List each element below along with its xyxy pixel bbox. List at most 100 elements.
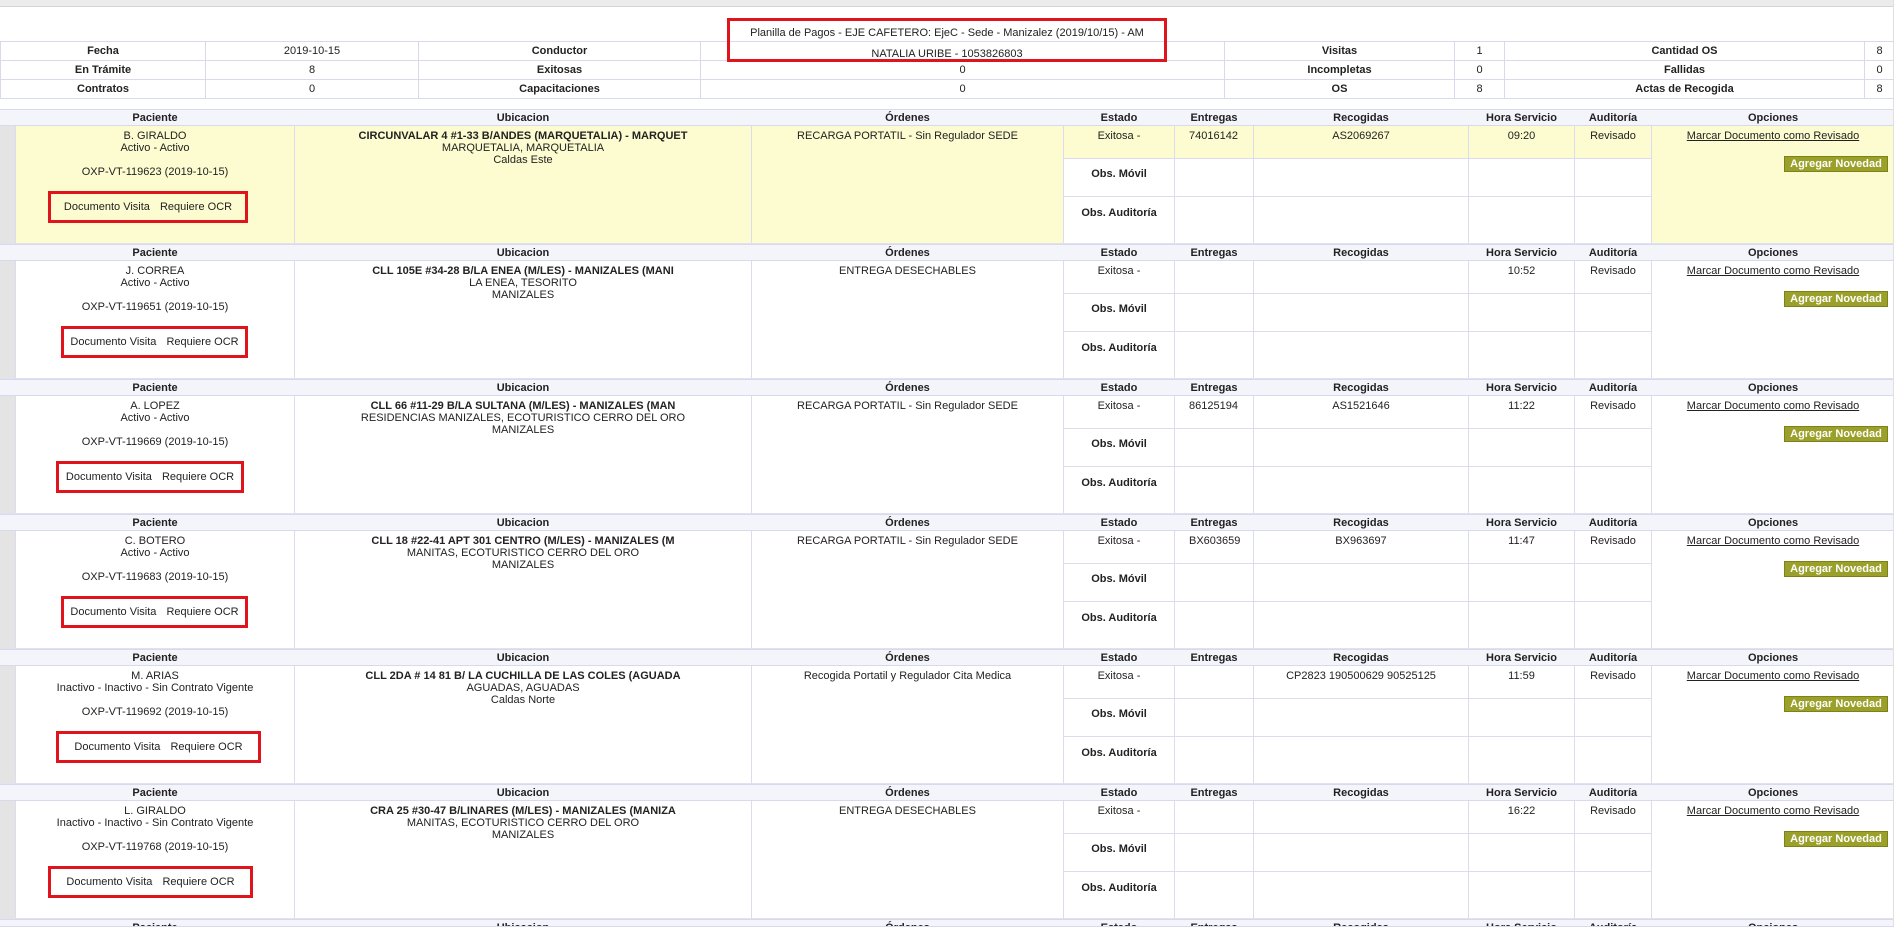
summary-value: 8 [1455, 80, 1505, 99]
status-value: Exitosa - [1064, 400, 1174, 412]
service-time: 11:47 [1469, 535, 1574, 547]
column-header-opciones: Opciones [1652, 517, 1894, 529]
patient-info: A. LOPEZActivo - ActivoOXP-VT-119669 (20… [16, 400, 294, 448]
neighborhood: LA ENEA, TESORITO [295, 277, 751, 289]
documento-visita-link[interactable]: Documento Visita [70, 606, 156, 618]
city: MANIZALES [295, 289, 751, 301]
patient-info: C. BOTEROActivo - ActivoOXP-VT-119683 (2… [16, 535, 294, 583]
audit-status: Revisado [1575, 670, 1651, 682]
agregar-novedad-button[interactable]: Agregar Novedad [1784, 831, 1888, 847]
column-header-entregas: Entregas [1175, 112, 1253, 124]
documento-visita-link[interactable]: Documento Visita [70, 336, 156, 348]
column-header-opciones: Opciones [1652, 652, 1894, 664]
column-divider [1063, 396, 1064, 513]
column-header-auditoria: Auditoría [1575, 787, 1651, 799]
column-divider [1174, 126, 1175, 243]
column-divider [1651, 666, 1652, 783]
row-divider [1063, 331, 1652, 332]
agregar-novedad-button[interactable]: Agregar Novedad [1784, 426, 1888, 442]
documento-visita-link[interactable]: Documento Visita [66, 471, 152, 483]
documento-visita-link[interactable]: Documento Visita [64, 201, 150, 213]
column-header-hora: Hora Servicio [1469, 787, 1574, 799]
column-header-ordenes: Órdenes [752, 247, 1063, 259]
location-info: CLL 2DA # 14 81 B/ LA CUCHILLA DE LAS CO… [295, 670, 751, 706]
record-4: PacienteUbicacionÓrdenesEstadoEntregasRe… [0, 514, 1894, 649]
order-type: ENTREGA DESECHABLES [752, 805, 1063, 817]
patient-info: L. GIRALDOInactivo - Inactivo - Sin Cont… [16, 805, 294, 853]
column-header-paciente: Paciente [16, 382, 294, 394]
obs-movil-label: Obs. Móvil [1064, 168, 1174, 180]
address: CIRCUNVALAR 4 #1-33 B/ANDES (MARQUETALIA… [295, 130, 751, 142]
service-time: 11:22 [1469, 400, 1574, 412]
audit-status: Revisado [1575, 535, 1651, 547]
column-header-paciente: Paciente [16, 247, 294, 259]
patient-name: B. GIRALDO [16, 130, 294, 142]
column-divider [1174, 531, 1175, 648]
summary-label: OS [1225, 80, 1455, 99]
column-divider [1174, 396, 1175, 513]
marcar-revisado-link[interactable]: Marcar Documento como Revisado [1652, 265, 1894, 277]
column-header-ordenes: Órdenes [752, 787, 1063, 799]
requiere-ocr-link[interactable]: Requiere OCR [166, 336, 238, 348]
marcar-revisado-link[interactable]: Marcar Documento como Revisado [1652, 670, 1894, 682]
column-header-hora: Hora Servicio [1469, 652, 1574, 664]
documento-visita-link[interactable]: Documento Visita [74, 741, 160, 753]
status-value: Exitosa - [1064, 670, 1174, 682]
neighborhood: MANITAS, ECOTURISTICO CERRO DEL ORO [295, 817, 751, 829]
column-header-ubicacion: Ubicacion [295, 652, 751, 664]
address: CLL 105E #34-28 B/LA ENEA (M/LES) - MANI… [295, 265, 751, 277]
requiere-ocr-link[interactable]: Requiere OCR [162, 876, 234, 888]
record-body: C. BOTEROActivo - ActivoOXP-VT-119683 (2… [0, 531, 1894, 649]
row-gutter [0, 531, 15, 648]
service-time: 09:20 [1469, 130, 1574, 142]
marcar-revisado-link[interactable]: Marcar Documento como Revisado [1652, 805, 1894, 817]
agregar-novedad-button[interactable]: Agregar Novedad [1784, 156, 1888, 172]
address: CLL 18 #22-41 APT 301 CENTRO (M/LES) - M… [295, 535, 751, 547]
row-divider [1063, 158, 1652, 159]
obs-auditoria-label: Obs. Auditoría [1064, 747, 1174, 759]
column-divider [1468, 666, 1469, 783]
summary-value: 8 [206, 61, 419, 80]
recogidas-value: AS1521646 [1254, 400, 1468, 412]
patient-name: L. GIRALDO [16, 805, 294, 817]
summary-row: Contratos 0 Capacitaciones 0 OS 8 Actas … [1, 80, 1894, 99]
row-divider [1063, 293, 1652, 294]
column-header-ordenes: Órdenes [752, 652, 1063, 664]
os-number: OXP-VT-119669 (2019-10-15) [16, 436, 294, 448]
record-1: PacienteUbicacionÓrdenesEstadoEntregasRe… [0, 109, 1894, 244]
column-header-ordenes: Órdenes [752, 382, 1063, 394]
summary-label: Fallidas [1505, 61, 1865, 80]
summary-label: Visitas [1225, 42, 1455, 61]
row-divider [1063, 698, 1652, 699]
column-header-auditoria: Auditoría [1575, 382, 1651, 394]
column-divider [1063, 531, 1064, 648]
column-divider [1063, 801, 1064, 918]
marcar-revisado-link[interactable]: Marcar Documento como Revisado [1652, 130, 1894, 142]
requiere-ocr-link[interactable]: Requiere OCR [160, 201, 232, 213]
column-header-hora: Hora Servicio [1469, 517, 1574, 529]
agregar-novedad-button[interactable]: Agregar Novedad [1784, 291, 1888, 307]
documento-ocr-box: Documento Visita Requiere OCR [61, 596, 248, 628]
row-divider [1063, 428, 1652, 429]
requiere-ocr-link[interactable]: Requiere OCR [166, 606, 238, 618]
column-divider [1063, 261, 1064, 378]
column-divider [1651, 126, 1652, 243]
agregar-novedad-button[interactable]: Agregar Novedad [1784, 696, 1888, 712]
summary-label: Fecha [1, 42, 206, 61]
row-gutter [0, 801, 15, 918]
summary-value: 2019-10-15 [206, 42, 419, 61]
agregar-novedad-button[interactable]: Agregar Novedad [1784, 561, 1888, 577]
documento-visita-link[interactable]: Documento Visita [66, 876, 152, 888]
marcar-revisado-link[interactable]: Marcar Documento como Revisado [1652, 400, 1894, 412]
column-header-estado: Estado [1064, 112, 1174, 124]
column-divider [1174, 666, 1175, 783]
order-type: RECARGA PORTATIL - Sin Regulador SEDE [752, 400, 1063, 412]
column-divider [1468, 531, 1469, 648]
summary-row: En Trámite 8 Exitosas 0 Incompletas 0 Fa… [1, 61, 1894, 80]
os-number: OXP-VT-119651 (2019-10-15) [16, 301, 294, 313]
column-header-entregas: Entregas [1175, 787, 1253, 799]
marcar-revisado-link[interactable]: Marcar Documento como Revisado [1652, 535, 1894, 547]
audit-status: Revisado [1575, 805, 1651, 817]
requiere-ocr-link[interactable]: Requiere OCR [170, 741, 242, 753]
requiere-ocr-link[interactable]: Requiere OCR [162, 471, 234, 483]
